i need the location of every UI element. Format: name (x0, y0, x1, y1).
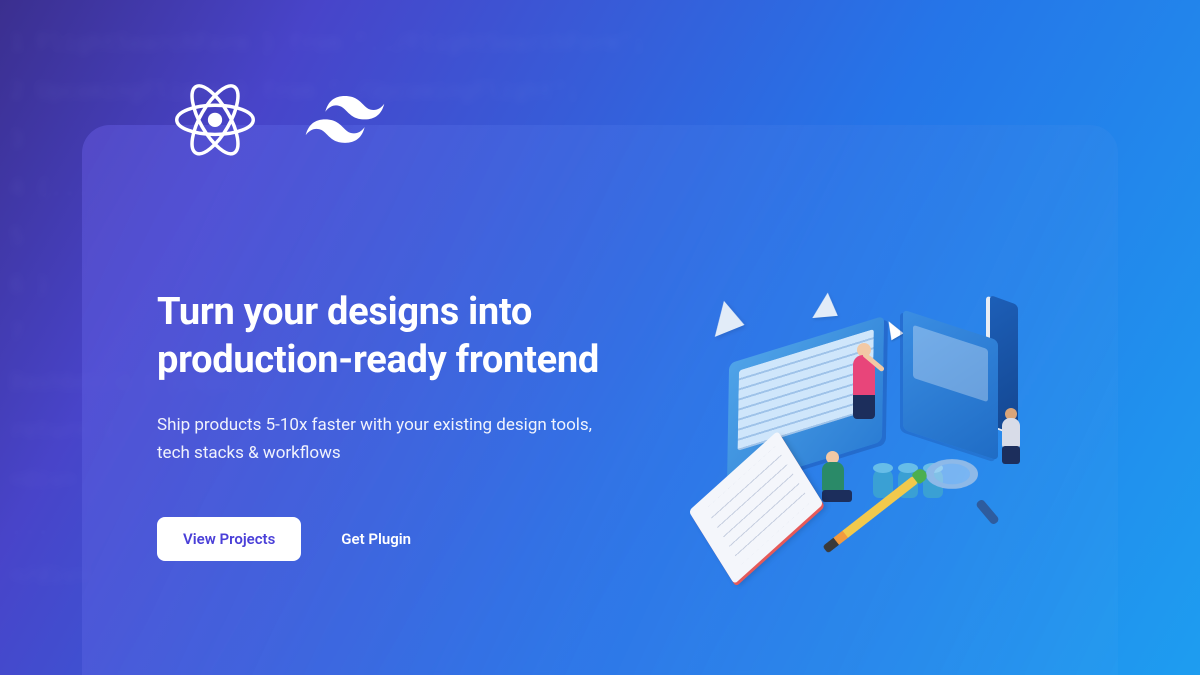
paper-plane-icon (704, 297, 745, 337)
hero-illustration (678, 250, 1058, 570)
panel-icon (903, 310, 998, 461)
tech-logos (175, 80, 385, 164)
paper-plane-icon (810, 292, 838, 318)
view-projects-button[interactable]: View Projects (157, 517, 301, 561)
magnifier-icon (926, 448, 988, 510)
person-standing-icon (853, 345, 881, 415)
hero-subheadline: Ship products 5-10x faster with your exi… (157, 412, 617, 466)
tailwind-icon (305, 96, 385, 148)
cursor-icon (882, 318, 903, 341)
hero-headline: Turn your designs into production-ready … (157, 289, 678, 384)
react-icon (175, 80, 255, 164)
person-sitting-icon (822, 454, 852, 508)
cta-row: View Projects Get Plugin (157, 517, 678, 561)
person-sitting-icon (1002, 408, 1022, 464)
get-plugin-button[interactable]: Get Plugin (333, 517, 419, 561)
hero-card: Turn your designs into production-ready … (82, 125, 1118, 675)
hero-content: Turn your designs into production-ready … (157, 259, 678, 560)
